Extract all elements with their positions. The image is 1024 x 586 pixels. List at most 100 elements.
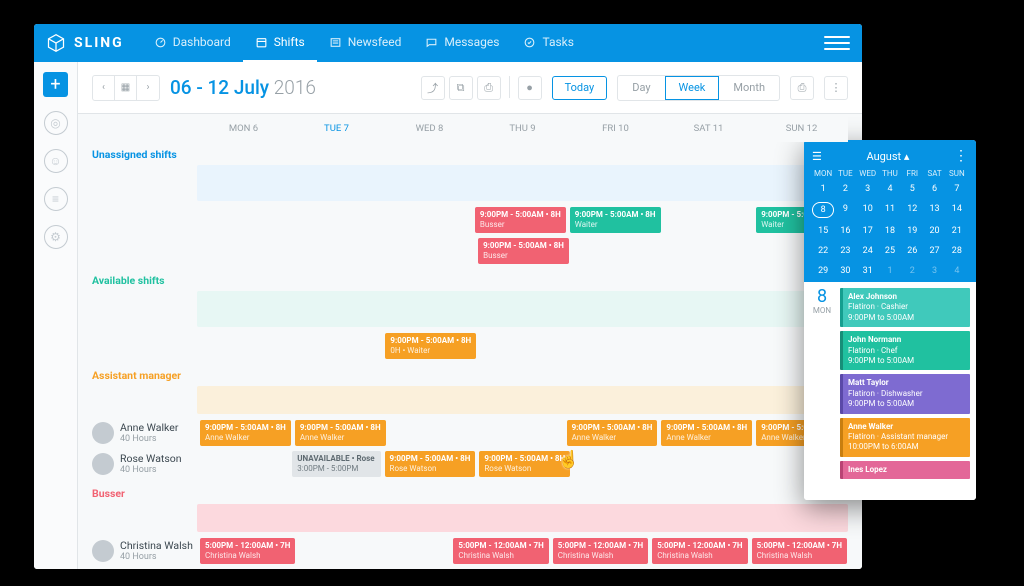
avatar — [92, 453, 114, 475]
rail-list-icon[interactable]: ≡ — [44, 187, 68, 211]
shift[interactable]: 5:00PM - 12:00AM • 7HChristina Walsh — [200, 538, 295, 564]
menu-button[interactable] — [824, 30, 850, 56]
next-week[interactable]: › — [137, 76, 159, 100]
day-header[interactable]: FRI 10 — [569, 123, 662, 134]
section-unassigned: Unassigned shifts — [92, 142, 848, 165]
mobile-date[interactable]: 1 — [879, 264, 901, 278]
mobile-date[interactable]: 2 — [834, 182, 856, 196]
view-week[interactable]: Week — [665, 76, 720, 100]
shift[interactable]: UNAVAILABLE • Rose3:00PM - 5:00PM — [292, 451, 380, 477]
mobile-date[interactable]: 15 — [812, 224, 834, 238]
day-header[interactable]: SAT 11 — [662, 123, 755, 134]
mobile-date[interactable]: 7 — [946, 182, 968, 196]
export-icon[interactable]: ⤴ — [421, 76, 445, 100]
mobile-date[interactable]: 31 — [857, 264, 879, 278]
rail-filter-icon[interactable]: ⚙ — [44, 225, 68, 249]
mobile-date[interactable]: 4 — [879, 182, 901, 196]
mobile-date[interactable]: 27 — [923, 244, 945, 258]
day-header[interactable]: TUE 7 — [290, 123, 383, 134]
shift[interactable]: 9:00PM - 5:00AM • 8HAnne Walker — [567, 420, 658, 446]
mobile-date[interactable]: 28 — [946, 244, 968, 258]
person-name: Rose Watson — [120, 453, 182, 465]
rail-people-icon[interactable]: ☺ — [44, 149, 68, 173]
mobile-date[interactable]: 23 — [834, 244, 856, 258]
copy-icon[interactable]: ⧉ — [449, 76, 473, 100]
print-icon[interactable]: ⎙ — [790, 76, 814, 100]
mobile-date[interactable]: 2 — [901, 264, 923, 278]
mobile-date[interactable]: 29 — [812, 264, 834, 278]
person-name: Anne Walker — [120, 422, 178, 434]
mobile-date[interactable]: 5 — [901, 182, 923, 196]
mobile-date[interactable]: 11 — [879, 202, 901, 218]
day-header[interactable]: SUN 12 — [755, 123, 848, 134]
date-nav: ‹ ▦ › — [92, 75, 160, 101]
filter-icon[interactable]: ☰ — [812, 150, 822, 163]
view-month[interactable]: Month — [719, 76, 779, 100]
mobile-date[interactable]: 4 — [946, 264, 968, 278]
mobile-date[interactable]: 19 — [901, 224, 923, 238]
mobile-date[interactable]: 24 — [857, 244, 879, 258]
shift[interactable]: 9:00PM - 5:00AM • 8HBusser — [475, 207, 566, 233]
mobile-event-card[interactable]: Ines Lopez — [840, 461, 970, 479]
add-button[interactable]: + — [43, 72, 68, 97]
asst-band — [197, 386, 848, 414]
nav-shifts[interactable]: Shifts — [243, 24, 317, 62]
mobile-date[interactable]: 18 — [879, 224, 901, 238]
mobile-date[interactable]: 22 — [812, 244, 834, 258]
mobile-date[interactable]: 1 — [812, 182, 834, 196]
day-header[interactable]: MON 6 — [197, 123, 290, 134]
mobile-event-card[interactable]: Matt TaylorFlatiron · Dishwasher9:00PM t… — [840, 374, 970, 413]
mobile-date[interactable]: 8 — [812, 202, 834, 218]
mobile-date[interactable]: 21 — [946, 224, 968, 238]
mobile-event-card[interactable]: Alex JohnsonFlatiron · Cashier9:00PM to … — [840, 288, 970, 327]
more-icon[interactable]: ⋮ — [824, 76, 848, 100]
mobile-date[interactable]: 3 — [857, 182, 879, 196]
mobile-date[interactable]: 3 — [923, 264, 945, 278]
nav-messages[interactable]: Messages — [413, 24, 511, 62]
mobile-date[interactable]: 6 — [923, 182, 945, 196]
day-header[interactable]: WED 8 — [383, 123, 476, 134]
shift[interactable]: 9:00PM - 5:00AM • 8HAnne Walker — [200, 420, 291, 446]
mobile-date[interactable]: 14 — [946, 202, 968, 218]
mobile-event-card[interactable]: John NormannFlatiron · Chef9:00PM to 5:0… — [840, 331, 970, 370]
print-tool-icon[interactable]: ⎙ — [477, 76, 501, 100]
prev-week[interactable]: ‹ — [93, 76, 115, 100]
mobile-date[interactable]: 20 — [923, 224, 945, 238]
mobile-date[interactable]: 25 — [879, 244, 901, 258]
schedule-area: MON 6TUE 7WED 8THU 9FRI 10SAT 11SUN 12 U… — [78, 114, 862, 569]
shift[interactable]: 5:00PM - 12:00AM • 7HChristina Walsh — [453, 538, 548, 564]
mobile-date[interactable]: 10 — [857, 202, 879, 218]
nav-newsfeed[interactable]: Newsfeed — [317, 24, 414, 62]
shift[interactable]: 9:00PM - 5:00AM • 8HAnne Walker — [295, 420, 386, 446]
rail-location-icon[interactable]: ◎ — [44, 111, 68, 135]
view-day[interactable]: Day — [618, 76, 664, 100]
shift[interactable]: 9:00PM - 5:00AM • 8H0H • Waiter — [385, 333, 476, 359]
mobile-date[interactable]: 13 — [923, 202, 945, 218]
shift[interactable]: 5:00PM - 12:00AM • 7HChristina Walsh — [752, 538, 847, 564]
mobile-month[interactable]: August ▴ — [822, 150, 954, 163]
mobile-date[interactable]: 12 — [901, 202, 923, 218]
today-button[interactable]: Today — [552, 76, 608, 100]
record-icon[interactable]: ● — [518, 76, 542, 100]
shift[interactable]: 9:00PM - 5:00AM • 8HRose Watson — [385, 451, 476, 477]
nav-dashboard[interactable]: Dashboard — [142, 24, 243, 62]
mobile-date[interactable]: 26 — [901, 244, 923, 258]
mobile-date[interactable]: 17 — [857, 224, 879, 238]
mobile-more-icon[interactable]: ⋮ — [954, 148, 968, 164]
unassigned-row-2: 9:00PM - 5:00AM • 8HBusser — [92, 237, 848, 265]
shift[interactable]: 9:00PM - 5:00AM • 8HBusser — [478, 238, 569, 264]
shift[interactable]: 5:00PM - 12:00AM • 7HChristina Walsh — [553, 538, 648, 564]
shift[interactable]: 9:00PM - 5:00AM • 8HRose Watson — [479, 451, 570, 477]
mobile-date[interactable]: 9 — [834, 202, 856, 218]
shift[interactable]: 9:00PM - 5:00AM • 8HWaiter — [570, 207, 661, 233]
mobile-date[interactable]: 16 — [834, 224, 856, 238]
calendar-picker[interactable]: ▦ — [115, 76, 137, 100]
available-band — [197, 291, 848, 327]
shift[interactable]: 9:00PM - 5:00AM • 8HAnne Walker — [661, 420, 752, 446]
mobile-event-card[interactable]: Anne WalkerFlatiron · Assistant manager1… — [840, 418, 970, 457]
mobile-date[interactable]: 30 — [834, 264, 856, 278]
nav-tasks[interactable]: Tasks — [511, 24, 586, 62]
person-hours: 40 Hours — [120, 465, 182, 475]
day-header[interactable]: THU 9 — [476, 123, 569, 134]
shift[interactable]: 5:00PM - 12:00AM • 7HChristina Walsh — [652, 538, 747, 564]
